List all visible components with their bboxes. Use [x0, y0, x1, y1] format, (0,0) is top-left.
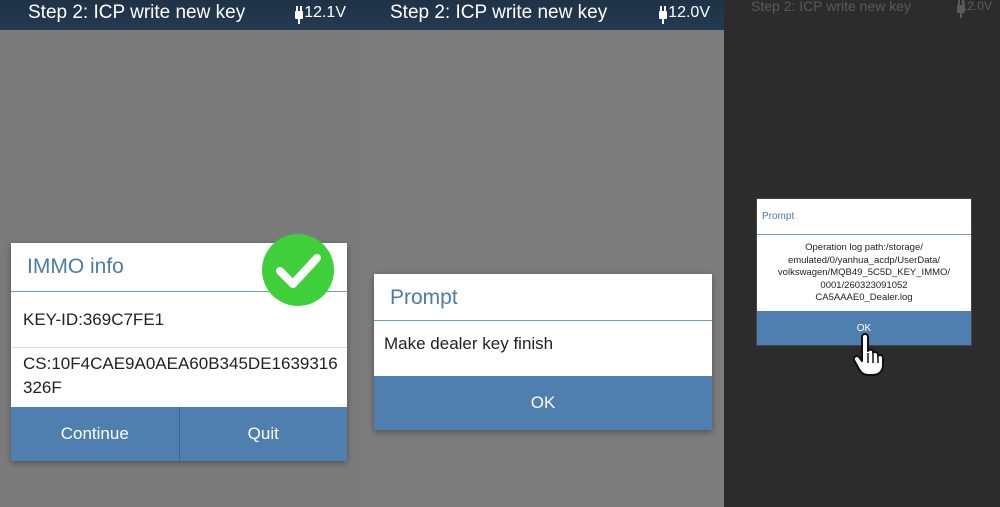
- prompt-dialog: Prompt Make dealer key finish OK: [374, 274, 712, 430]
- voltage-readout: 12.1V: [304, 4, 346, 21]
- top-bar: Step 2: ICP write new key 12.0V: [724, 0, 1000, 18]
- key-id-text: KEY-ID:369C7FE1: [23, 310, 165, 329]
- dialog-buttons: Continue Quit: [11, 407, 347, 461]
- log-path-line: CA5AAAE0_Dealer.log: [815, 292, 913, 304]
- plug-icon: [658, 6, 668, 24]
- step-title: Step 2: ICP write new key: [390, 2, 608, 23]
- log-path-line: emulated/0/yanhua_acdp/UserData/: [787, 254, 941, 266]
- dialog-title: Prompt: [762, 211, 795, 222]
- voltage-readout: 12.0V: [960, 0, 992, 13]
- divider: [757, 234, 971, 235]
- top-bar: Step 2: ICP write new key 12.1V: [0, 0, 360, 30]
- screen-immo-info: Step 2: ICP write new key 12.1V IMMO inf…: [0, 0, 360, 507]
- quit-button[interactable]: Quit: [180, 407, 348, 461]
- dialog-message: Make dealer key finish: [384, 334, 554, 353]
- log-path-message: Operation log path:/storage/ emulated/0/…: [765, 242, 963, 305]
- plug-icon: [294, 6, 304, 24]
- voltage-readout: 12.0V: [668, 4, 710, 21]
- dialog-title: Prompt: [390, 286, 458, 309]
- step-title: Step 2: ICP write new key: [751, 0, 912, 14]
- divider: [374, 320, 712, 321]
- top-bar: Step 2: ICP write new key 12.0V: [360, 0, 724, 30]
- step-title: Step 2: ICP write new key: [28, 2, 246, 23]
- log-prompt-dialog: Prompt Operation log path:/storage/ emul…: [756, 198, 972, 346]
- checkmark-circle-icon: [262, 234, 334, 306]
- log-path-line: Operation log path:/storage/: [805, 242, 923, 253]
- continue-button[interactable]: Continue: [11, 407, 179, 461]
- screen-prompt-finish: Step 2: ICP write new key 12.0V Prompt M…: [360, 0, 724, 507]
- hand-pointer-icon: [852, 333, 884, 376]
- divider: [11, 347, 347, 348]
- dialog-title: IMMO info: [27, 255, 124, 278]
- ok-button[interactable]: OK: [374, 376, 712, 430]
- log-path-line: volkswagen/MQB49_5C5D_KEY_IMMO/: [777, 267, 951, 279]
- log-path-line: 0001/260323091052: [820, 279, 908, 291]
- screen-log-path: Step 2: ICP write new key 12.0V Prompt O…: [724, 0, 1000, 507]
- cs-text: CS:10F4CAE9A0AEA60B345DE1639316326F: [23, 354, 338, 397]
